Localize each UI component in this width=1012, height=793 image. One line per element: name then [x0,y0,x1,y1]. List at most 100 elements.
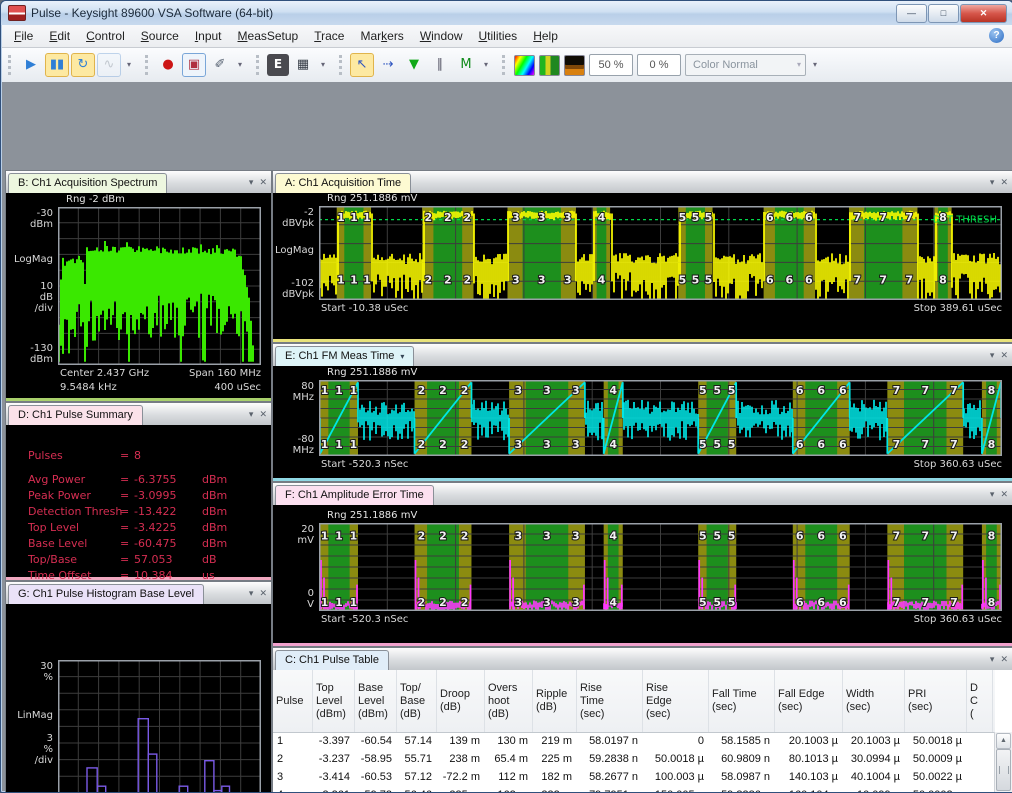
menu-meassetup[interactable]: MeasSetup [230,26,307,46]
marker-to-peak-button[interactable]: ▼ [402,53,426,77]
column-header-5[interactable]: Overshoot(dB) [485,670,533,732]
marker-m-button[interactable]: M [454,53,478,77]
single-acquisition-button[interactable]: ∿ [97,53,121,77]
panel-menu-icon[interactable]: ▾ [249,405,254,423]
menu-utilities[interactable]: Utilities [471,26,526,46]
menu-source[interactable]: Source [133,26,187,46]
restore-button[interactable]: □ [928,4,959,23]
panel-close-icon[interactable]: ✕ [1000,650,1008,668]
marker-overflow-dropdown[interactable]: ▾ [480,53,492,77]
help-icon[interactable]: ? [989,28,1004,43]
toolbar-grip-icon[interactable] [256,55,262,75]
table-row[interactable]: 1-3.397-60.5457.14139 m130 m219 m58.0197… [273,732,995,750]
panel-close-icon[interactable]: ✕ [259,584,267,602]
toolbar-grip-icon[interactable] [145,55,151,75]
table-row[interactable]: 3-3.414-60.5357.12-72.2 m112 m182 m58.26… [273,768,995,786]
panel-tab-pulse-summary[interactable]: D: Ch1 Pulse Summary [8,405,143,425]
menu-trace[interactable]: Trace [306,26,352,46]
minimize-button[interactable]: — [896,4,927,23]
panel-close-icon[interactable]: ✕ [259,405,267,423]
menu-control[interactable]: Control [78,26,133,46]
vertical-scroll-thumb[interactable] [996,749,1011,791]
panel-close-icon[interactable]: ✕ [1000,173,1008,191]
title-bar[interactable]: Pulse - Keysight 89600 VSA Software (64-… [1,1,1012,25]
b-plot-svg[interactable] [58,207,261,365]
histogram-plot-area[interactable]: 30%LinMag3%/div0%Start -61.158 dBmStop -… [6,604,271,793]
column-header-1[interactable]: TopLevel(dBm) [313,670,355,732]
panel-close-icon[interactable]: ✕ [259,173,267,191]
menu-help[interactable]: Help [525,26,566,46]
column-header-4[interactable]: Droop(dB) [437,670,485,732]
column-header-3[interactable]: Top/Base(dB) [397,670,437,732]
column-header-0[interactable]: Pulse [273,670,313,732]
display-overflow-dropdown[interactable]: ▾ [809,53,821,77]
trace-select-dropdown-icon[interactable]: ▾ [400,352,404,361]
time-plot-area[interactable]: Rng 251.1886 mVDET THRESH111111222222333… [273,193,1012,342]
panel-tab-acquisition-time[interactable]: A: Ch1 Acquisition Time [275,173,411,193]
player-button[interactable]: ▣ [182,53,206,77]
marker-to-next-button[interactable]: ⇢ [376,53,400,77]
panel-close-icon[interactable]: ✕ [1000,346,1008,364]
column-header-8[interactable]: RiseEdge(sec) [643,670,709,732]
column-header-10[interactable]: Fall Edge(sec) [775,670,843,732]
close-button[interactable]: ✕ [960,4,1007,23]
e-plot-svg[interactable]: 1111112222223333334455555566666677777788 [319,380,1002,456]
record-overflow-dropdown[interactable]: ▾ [234,53,246,77]
panel-menu-icon[interactable]: ▾ [249,173,254,191]
restart-button[interactable]: ↻ [71,53,95,77]
colormap-spectrum-chip[interactable] [539,55,560,76]
record-button[interactable]: ● [156,53,180,77]
f-plot-svg[interactable]: 1111112222223333334455555566666677777788 [319,523,1002,611]
panel-menu-icon[interactable]: ▾ [990,485,995,503]
fm-plot-area[interactable]: Rng 251.1886 mV1111112222223333334455555… [273,366,1012,481]
eraser-button[interactable]: ✐ [208,53,232,77]
amplitude-error-plot-area[interactable]: Rng 251.1886 mV1111112222223333334455555… [273,505,1012,646]
equalizer-button[interactable]: E [267,54,289,76]
toolbar-grip-icon[interactable] [502,55,508,75]
table-row[interactable]: 4-3.261-59.7256.46235 m162 m232 m79.7951… [273,786,995,793]
panel-tab-fm-meas-time[interactable]: E: Ch1 FM Meas Time▾ [275,346,414,366]
reference-intensity-field[interactable]: 0 % [637,54,681,76]
menu-markers[interactable]: Markers [352,26,411,46]
trace-intensity-field[interactable]: 50 % [589,54,633,76]
panel-menu-icon[interactable]: ▾ [990,173,995,191]
column-header-2[interactable]: BaseLevel(dBm) [355,670,397,732]
panel-menu-icon[interactable]: ▾ [990,650,995,668]
panel-close-icon[interactable]: ✕ [1000,485,1008,503]
menu-edit[interactable]: Edit [41,26,78,46]
spectrum-plot-area[interactable]: Rng -2 dBm-30dBmLogMag10dB/div-130dBmCen… [6,193,271,401]
select-pointer-button[interactable]: ↖ [350,53,374,77]
band-markers-button[interactable]: ∥ [428,53,452,77]
column-header-11[interactable]: Width(sec) [843,670,905,732]
color-mode-select[interactable]: Color Normal▾ [685,54,806,76]
menu-window[interactable]: Window [412,26,471,46]
column-header-9[interactable]: Fall Time(sec) [709,670,775,732]
vertical-scrollbar[interactable]: ▲▼ [994,732,1012,793]
panel-menu-icon[interactable]: ▾ [990,346,995,364]
toolbar-grip-icon[interactable] [339,55,345,75]
layout-dropdown[interactable]: ▾ [317,53,329,77]
acquisition-overflow-dropdown[interactable]: ▾ [123,53,135,77]
column-header-12[interactable]: PRI(sec) [905,670,967,732]
g-plot-svg[interactable] [58,660,261,793]
panel-menu-icon[interactable]: ▾ [249,584,254,602]
a-plot-svg[interactable]: DET THRESH111111222222333333445555556666… [319,206,1002,300]
menu-file[interactable]: File [6,26,41,46]
pause-button[interactable]: ▮▮ [45,53,69,77]
panel-tab-acquisition-spectrum[interactable]: B: Ch1 Acquisition Spectrum [8,173,167,193]
pulse-summary-area[interactable]: Pulses=8Avg Power=-6.3755dBmPeak Power=-… [6,425,271,580]
toolbar-grip-icon[interactable] [8,55,14,75]
column-header-7[interactable]: RiseTime(sec) [577,670,643,732]
colormap-fire-chip[interactable] [564,55,585,76]
panel-tab-pulse-histogram[interactable]: G: Ch1 Pulse Histogram Base Level [8,584,204,604]
scroll-up-button[interactable]: ▲ [996,733,1011,749]
layout-grid-button[interactable]: ▦ [291,53,315,77]
table-row[interactable]: 2-3.237-58.9555.71238 m65.4 m225 m59.283… [273,750,995,768]
panel-tab-pulse-table[interactable]: C: Ch1 Pulse Table [275,650,389,670]
column-header-6[interactable]: Ripple(dB) [533,670,577,732]
panel-tab-amplitude-error[interactable]: F: Ch1 Amplitude Error Time [275,485,434,505]
column-header-13[interactable]: DC( [967,670,993,732]
colormap-rainbow-chip[interactable] [514,55,535,76]
play-button[interactable]: ▶ [19,53,43,77]
menu-input[interactable]: Input [187,26,230,46]
